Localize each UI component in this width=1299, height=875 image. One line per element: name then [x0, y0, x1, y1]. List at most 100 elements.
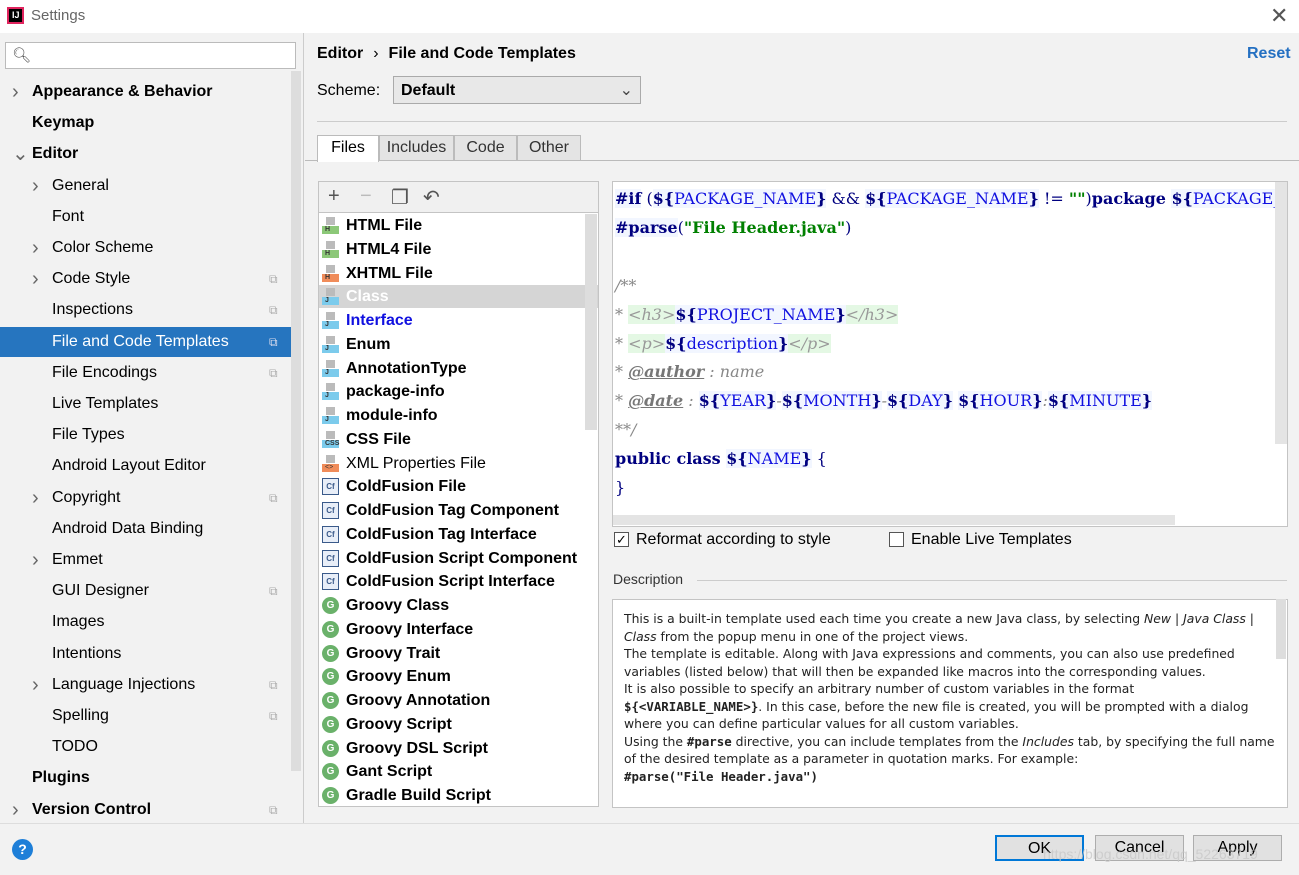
chevron-right-icon[interactable]: ›	[12, 77, 19, 107]
breadcrumb: Editor › File and Code Templates	[317, 45, 576, 63]
reset-link[interactable]: Reset	[1247, 45, 1291, 63]
template-list-item[interactable]: Cf ColdFusion Tag Interface	[319, 523, 598, 546]
template-list-item[interactable]: Cf ColdFusion File	[319, 475, 598, 498]
tab-other[interactable]: Other	[517, 135, 581, 161]
checkbox-reformat-box[interactable]: ✓	[614, 532, 629, 547]
chevron-down-icon[interactable]: ⌄	[12, 139, 29, 169]
page-title: File and Code Templates	[388, 45, 576, 62]
sidebar-item-gui-designer[interactable]: GUI Designer ⧉	[0, 576, 291, 606]
sidebar-item-live-templates[interactable]: Live Templates	[0, 389, 291, 419]
template-list-item[interactable]: CSS CSS File	[319, 428, 598, 451]
chevron-right-icon[interactable]: ›	[32, 171, 39, 201]
sidebar-item-plugins[interactable]: Plugins	[0, 763, 291, 793]
template-list-item[interactable]: J AnnotationType	[319, 357, 598, 380]
editor-vertical-scrollbar[interactable]	[1275, 182, 1287, 444]
code-token: (	[641, 189, 653, 208]
chevron-right-icon[interactable]: ›	[12, 795, 19, 825]
sidebar-item-language-injections[interactable]: › Language Injections ⧉	[0, 670, 291, 700]
sidebar-item-keymap[interactable]: Keymap	[0, 108, 291, 138]
sidebar-item-label: TODO	[52, 738, 98, 756]
tab-includes[interactable]: Includes	[379, 135, 454, 161]
tab-files[interactable]: Files	[317, 135, 379, 162]
coldfusion-file-icon: Cf	[322, 525, 339, 543]
template-list-item[interactable]: G Gant Script	[319, 760, 598, 783]
tab-code[interactable]: Code	[454, 135, 517, 161]
sidebar-item-color-scheme[interactable]: › Color Scheme	[0, 233, 291, 263]
sidebar-item-android-layout-editor[interactable]: Android Layout Editor	[0, 451, 291, 481]
template-list-item[interactable]: G Groovy Trait	[319, 642, 598, 665]
sidebar-item-appearance-behavior[interactable]: › Appearance & Behavior	[0, 77, 291, 107]
template-list-item[interactable]: H HTML4 File	[319, 238, 598, 261]
code-token: <p>	[628, 333, 666, 353]
sidebar-item-code-style[interactable]: › Code Style ⧉	[0, 264, 291, 294]
template-list-item[interactable]: G Groovy Class	[319, 594, 598, 617]
template-list-item[interactable]: H XHTML File	[319, 262, 598, 285]
template-list-item[interactable]: Jmodule-info	[319, 404, 598, 427]
sidebar-item-label: Inspections	[52, 301, 133, 319]
sidebar-item-emmet[interactable]: › Emmet	[0, 545, 291, 575]
add-icon[interactable]: +	[328, 185, 340, 208]
template-name: Groovy Trait	[346, 644, 441, 662]
sidebar-item-file-encodings[interactable]: File Encodings ⧉	[0, 358, 291, 388]
sidebar-item-file-and-code-templates[interactable]: File and Code Templates ⧉	[0, 326, 291, 357]
template-code-editor[interactable]: #if (${PACKAGE_NAME} && ${PACKAGE_NAME} …	[612, 181, 1288, 527]
chevron-right-icon[interactable]: ›	[32, 670, 39, 700]
chevron-right-icon[interactable]: ›	[32, 483, 39, 513]
code-token: *	[615, 304, 629, 324]
breadcrumb-parent[interactable]: Editor	[317, 45, 363, 62]
sidebar-item-spelling[interactable]: Spelling ⧉	[0, 701, 291, 731]
template-list-item[interactable]: G Groovy Interface	[319, 618, 598, 641]
template-list-item[interactable]: J Interface	[319, 309, 598, 332]
copy-icon[interactable]: ❐	[391, 185, 409, 210]
sidebar-item-font[interactable]: Font	[0, 202, 291, 232]
close-icon[interactable]: ✕	[1270, 3, 1288, 29]
template-list-item[interactable]: Cf ColdFusion Script Interface	[319, 570, 598, 593]
code-token: ${	[726, 449, 748, 469]
sidebar-item-android-data-binding[interactable]: Android Data Binding	[0, 514, 291, 544]
template-list-item[interactable]: Cf ColdFusion Tag Component	[319, 499, 598, 522]
template-list-item[interactable]: G Groovy Annotation	[319, 689, 598, 712]
sidebar-item-inspections[interactable]: Inspections ⧉	[0, 295, 291, 325]
remove-icon[interactable]: −	[360, 185, 372, 208]
template-list-item[interactable]: G Groovy Enum	[319, 665, 598, 688]
template-list-item[interactable]: J Enum	[319, 333, 598, 356]
code-token: NAME	[747, 449, 802, 469]
help-icon[interactable]: ?	[12, 839, 33, 860]
template-list-item[interactable]: G Gradle Build Script	[319, 784, 598, 807]
sidebar-item-intentions[interactable]: Intentions	[0, 639, 291, 669]
template-list-item[interactable]: Jpackage-info	[319, 380, 598, 403]
sidebar-scrollbar[interactable]	[291, 71, 301, 771]
template-list-item[interactable]: G Groovy Script	[319, 713, 598, 736]
editor-horizontal-scrollbar[interactable]	[613, 515, 1175, 525]
chevron-right-icon[interactable]: ›	[32, 545, 39, 575]
code-token: DAY	[908, 391, 943, 411]
template-list-item[interactable]: H HTML File	[319, 214, 598, 237]
template-list-item[interactable]: G Groovy DSL Script	[319, 737, 598, 760]
search-input[interactable]: 🔍︎	[5, 42, 296, 69]
breadcrumb-separator: ›	[373, 45, 379, 62]
template-list-item[interactable]: <> XML Properties File	[319, 452, 598, 475]
template-list-item[interactable]: J Class	[319, 285, 598, 309]
sidebar-item-general[interactable]: › General	[0, 171, 291, 201]
description-scrollbar[interactable]	[1276, 599, 1286, 659]
reset-icon[interactable]: ↶	[423, 185, 440, 210]
sidebar-item-images[interactable]: Images	[0, 607, 291, 637]
list-scrollbar[interactable]	[585, 214, 597, 430]
sidebar-item-label: Live Templates	[52, 395, 159, 412]
code-line: * @author : name	[615, 358, 764, 386]
sidebar-item-copyright[interactable]: › Copyright ⧉	[0, 483, 291, 513]
sidebar-item-version-control[interactable]: › Version Control ⧉	[0, 795, 291, 825]
chevron-right-icon[interactable]: ›	[32, 233, 39, 263]
chevron-right-icon[interactable]: ›	[32, 264, 39, 294]
code-token: }	[777, 333, 789, 353]
sidebar-item-todo[interactable]: TODO	[0, 732, 291, 762]
template-list-item[interactable]: Cf ColdFusion Script Component	[319, 547, 598, 570]
code-line: #parse("File Header.java")	[615, 214, 851, 242]
code-token: description	[686, 333, 778, 353]
scheme-dropdown[interactable]: Default ⌄	[393, 76, 641, 104]
checkbox-live-box[interactable]	[889, 532, 904, 547]
sidebar-item-file-types[interactable]: File Types	[0, 420, 291, 450]
coldfusion-file-icon: Cf	[322, 573, 339, 591]
sidebar-item-editor[interactable]: ⌄ Editor	[0, 139, 291, 169]
template-name: ColdFusion Tag Interface	[346, 525, 537, 543]
